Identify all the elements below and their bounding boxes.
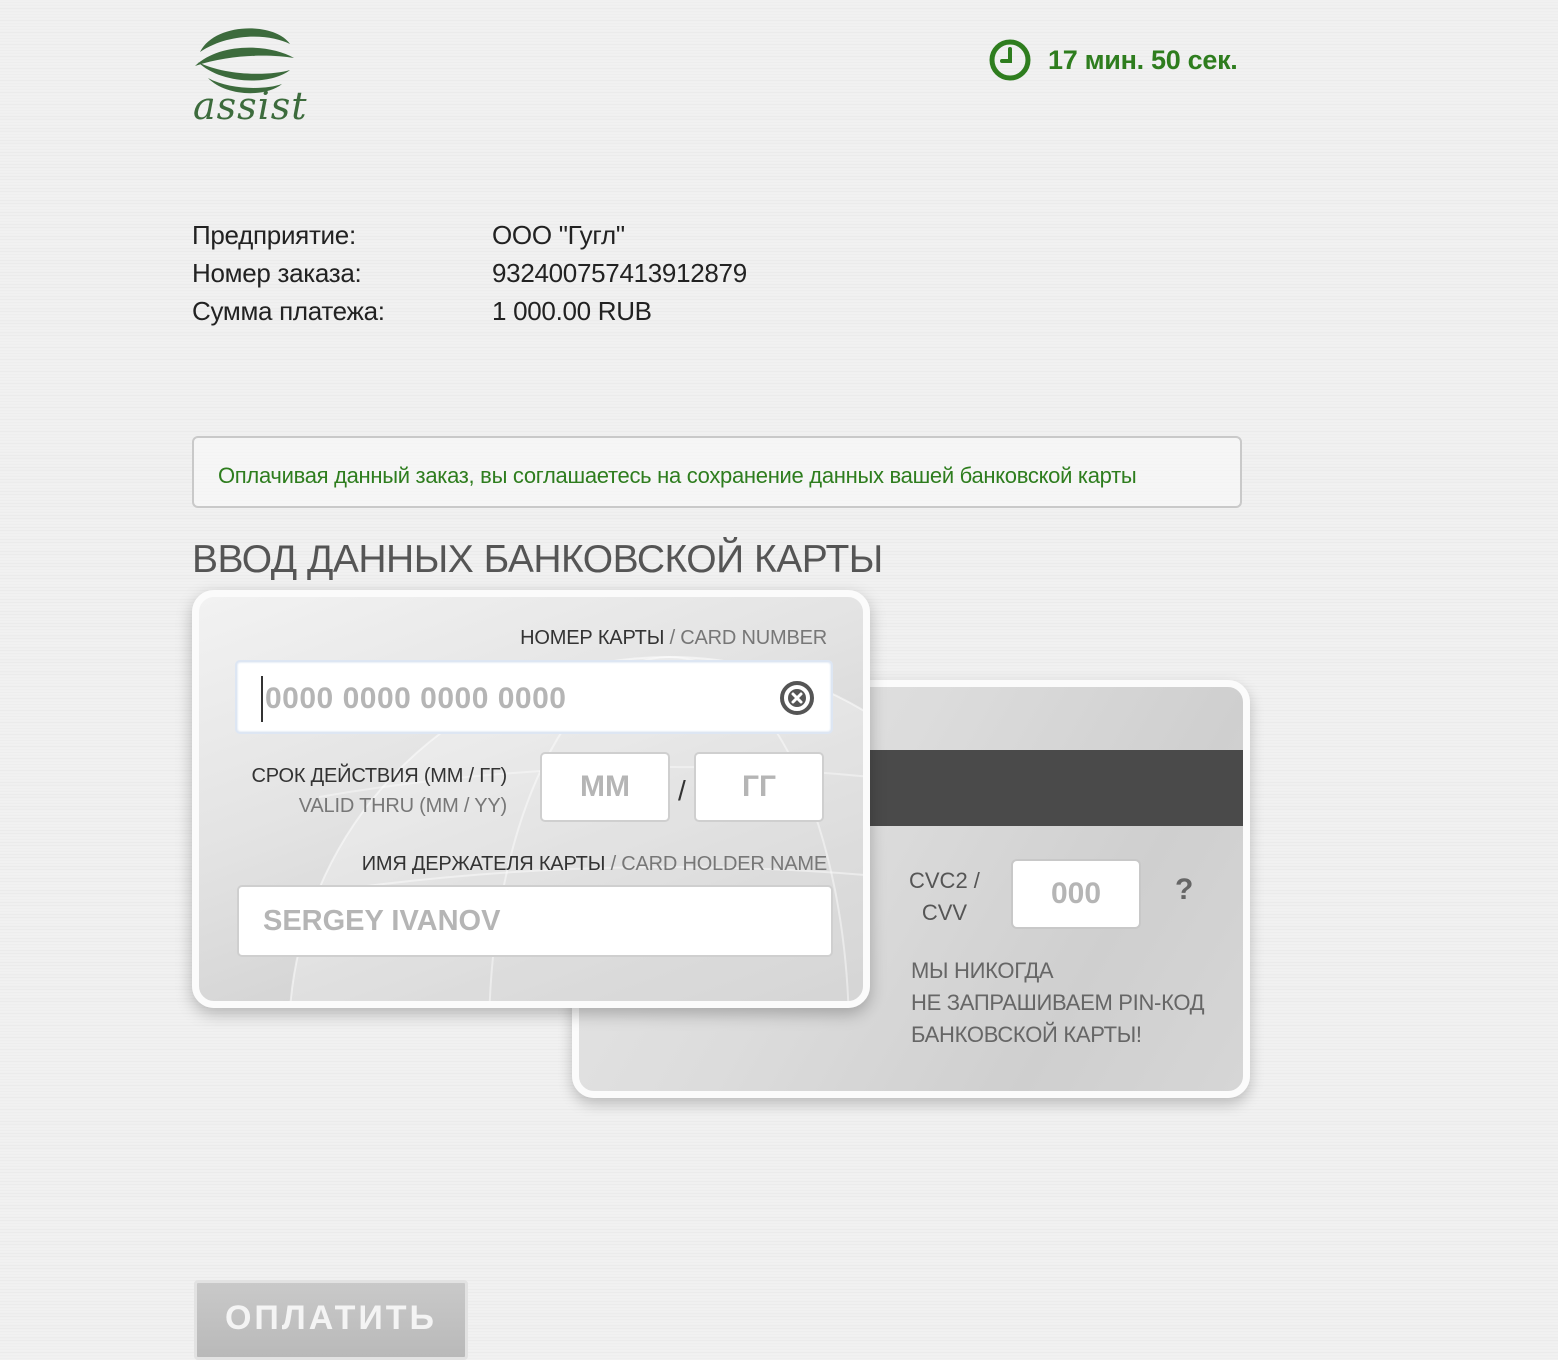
card-number-label-en: / CARD NUMBER [669,627,828,649]
section-title: ВВОД ДАННЫХ БАНКОВСКОЙ КАРТЫ [192,538,883,581]
expiry-month-input[interactable] [540,752,670,822]
card-front: НОМЕР КАРТЫ / CARD NUMBER СРОК ДЕЙСТВИЯ … [192,590,870,1008]
clock-icon [989,39,1031,81]
cvv-input[interactable] [1011,859,1141,929]
order-number-value: 932400757413912879 [492,258,747,288]
card-number-label-ru: НОМЕР КАРТЫ [520,627,665,649]
merchant-label: Предприятие: [192,220,356,250]
notice-text: Оплачивая данный заказ, вы соглашаетесь … [218,463,1137,488]
order-number-label: Номер заказа: [192,258,362,288]
logo-text: assist [193,84,308,128]
pin-warning-line2: НЕ ЗАПРАШИВАЕМ PIN-КОД [911,990,1205,1015]
card-number-label: НОМЕР КАРТЫ / CARD NUMBER [520,627,827,650]
timer-text: 17 мин. 50 сек. [1048,44,1238,75]
clear-circle-icon[interactable] [779,680,815,716]
session-timer: 17 мин. 50 сек. [988,38,1238,82]
card-save-notice: Оплачивая данный заказ, вы соглашаетесь … [192,436,1242,508]
merchant-row: Предприятие: ООО "Гугл" [192,220,625,251]
order-number-row: Номер заказа: 932400757413912879 [192,258,747,289]
holder-label-en: / CARD HOLDER NAME [610,853,828,875]
card-number-input[interactable] [261,676,747,722]
amount-label: Сумма платежа: [192,296,385,326]
pin-warning-line1: МЫ НИКОГДА [911,958,1054,983]
holder-label-ru: ИМЯ ДЕРЖАТЕЛЯ КАРТЫ [361,853,606,875]
cvv-help-icon[interactable]: ? [1175,873,1193,907]
expiry-label-ru: СРОК ДЕЙСТВИЯ (ММ / ГГ) [251,765,508,787]
amount-row: Сумма платежа: 1 000.00 RUB [192,296,652,327]
cvv-label-line1: CVC2 / [909,868,980,893]
expiry-separator: / [678,775,686,806]
cvv-label: CVC2 / CVV [909,865,980,929]
expiry-label: СРОК ДЕЙСТВИЯ (ММ / ГГ) VALID THRU (MM /… [251,761,508,821]
card-holder-input[interactable] [237,885,833,957]
expiry-label-en: VALID THRU (MM / YY) [298,795,507,817]
amount-value: 1 000.00 RUB [492,296,652,326]
pin-warning-line3: БАНКОВСКОЙ КАРТЫ! [911,1022,1142,1047]
pin-warning: МЫ НИКОГДА НЕ ЗАПРАШИВАЕМ PIN-КОД БАНКОВ… [911,955,1205,1051]
merchant-value: ООО "Гугл" [492,220,625,250]
card-number-field [235,660,833,734]
cvv-label-line2: CVV [921,900,968,925]
holder-label: ИМЯ ДЕРЖАТЕЛЯ КАРТЫ / CARD HOLDER NAME [361,853,828,876]
expiry-year-input[interactable] [694,752,824,822]
pay-button[interactable]: ОПЛАТИТЬ [194,1280,468,1360]
